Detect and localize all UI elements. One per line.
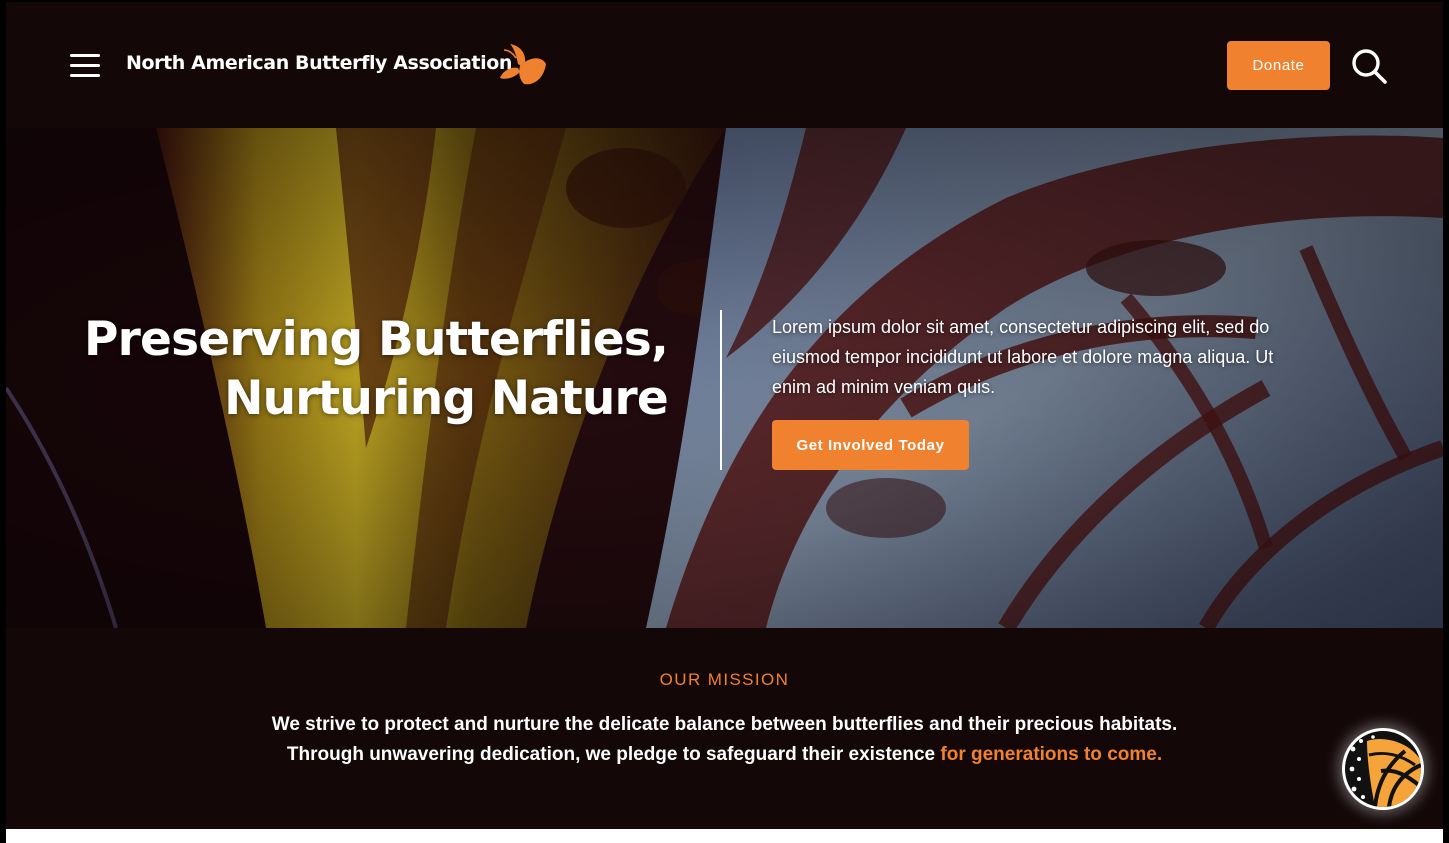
get-involved-button[interactable]: Get Involved Today	[772, 420, 969, 470]
hero-section: Preserving Butterflies, Nurturing Nature…	[6, 128, 1443, 628]
mission-heading: OUR MISSION	[659, 670, 790, 689]
mission-line-2-text: Through unwavering dedication, we pledge…	[286, 744, 936, 765]
hero-description: Lorem ipsum dolor sit amet, consectetur …	[772, 317, 1274, 397]
hero-title: Preserving Butterflies, Nurturing Nature	[66, 310, 669, 428]
next-section-edge	[6, 829, 1443, 843]
butterfly-logo-icon	[500, 44, 546, 85]
mission-line-1: We strive to protect and nurture the del…	[271, 714, 1178, 735]
mission-line-2: Through unwavering dedication, we pledge…	[6, 740, 1443, 770]
donate-button[interactable]: Donate	[1227, 41, 1330, 90]
brand-name[interactable]: North American Butterfly Association	[126, 52, 512, 74]
hero-title-line-2: Nurturing Nature	[224, 371, 669, 426]
search-icon[interactable]	[1350, 47, 1388, 85]
hero-divider	[720, 310, 722, 470]
page-frame: North American Butterfly Association Don…	[6, 2, 1443, 829]
hero-title-line-1: Preserving Butterflies,	[84, 312, 669, 367]
mission-accent-text: for generations to come.	[940, 744, 1163, 765]
chat-widget-button[interactable]	[1342, 728, 1424, 810]
monarch-wing-chat-icon	[1345, 731, 1421, 807]
hamburger-menu-icon[interactable]	[70, 54, 102, 78]
site-header: North American Butterfly Association Don…	[6, 2, 1443, 128]
mission-statement: We strive to protect and nurture the del…	[6, 710, 1443, 770]
